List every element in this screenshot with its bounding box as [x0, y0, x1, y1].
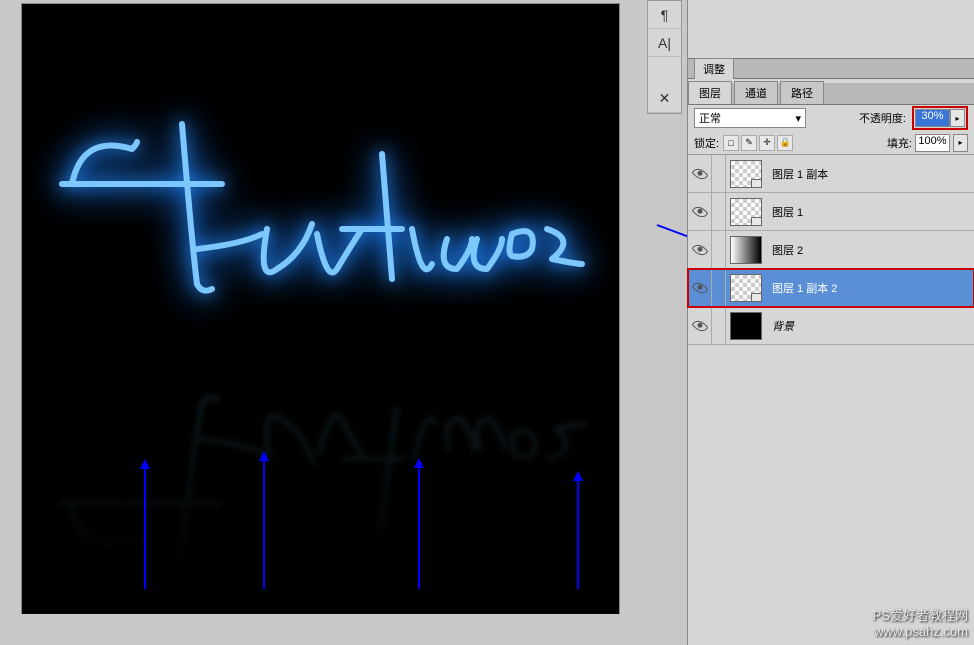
- eye-icon: [691, 165, 708, 182]
- lock-position-icon[interactable]: ✛: [759, 135, 775, 151]
- text-tool-icon[interactable]: A|: [648, 29, 681, 57]
- lock-all-icon[interactable]: 🔒: [777, 135, 793, 151]
- visibility-toggle[interactable]: [688, 269, 712, 306]
- paragraph-tool-icon[interactable]: ¶: [648, 1, 681, 29]
- blend-mode-select[interactable]: 正常: [694, 108, 806, 128]
- annotation-arrow-icon: [573, 471, 583, 481]
- opacity-label: 不透明度:: [859, 110, 906, 126]
- annotation-line: [577, 481, 579, 589]
- annotation-arrow-icon: [414, 458, 424, 468]
- visibility-toggle[interactable]: [688, 155, 712, 192]
- layer-thumbnail[interactable]: [730, 274, 762, 302]
- eye-icon: [691, 279, 708, 296]
- annotation-arrow-icon: [140, 459, 150, 469]
- fill-label: 填充:: [887, 135, 912, 151]
- blend-opacity-row: 正常 不透明度: 30% ▸: [688, 105, 974, 131]
- layer-thumbnail[interactable]: [730, 198, 762, 226]
- layer-name[interactable]: 图层 1 副本 2: [772, 280, 837, 296]
- layer-name[interactable]: 图层 1: [772, 204, 803, 220]
- tool-strip: ¶ A| ✕: [647, 0, 682, 114]
- eye-icon: [691, 203, 708, 220]
- reflection-fade: [22, 374, 619, 614]
- tab-paths[interactable]: 路径: [780, 81, 824, 104]
- eye-icon: [691, 241, 708, 258]
- layer-thumbnail[interactable]: [730, 160, 762, 188]
- annotation-line: [144, 469, 146, 589]
- watermark: PS爱好者教程网 www.psahz.com: [873, 605, 968, 639]
- layer-row[interactable]: 图层 2: [688, 231, 974, 269]
- annotation-arrow-icon: [259, 451, 269, 461]
- neon-text-artwork: [42, 64, 602, 324]
- adjustments-panel-tab[interactable]: 调整: [688, 58, 974, 79]
- fill-flyout-arrow[interactable]: ▸: [953, 134, 968, 152]
- watermark-title: PS爱好者教程网: [873, 605, 968, 624]
- layer-row[interactable]: 图层 1: [688, 193, 974, 231]
- layer-row[interactable]: 图层 1 副本: [688, 155, 974, 193]
- visibility-toggle[interactable]: [688, 193, 712, 230]
- annotation-line: [418, 468, 420, 589]
- tab-layers[interactable]: 图层: [688, 81, 732, 104]
- layer-row-selected[interactable]: 图层 1 副本 2: [688, 269, 974, 307]
- opacity-highlight-box: 30% ▸: [912, 106, 968, 130]
- visibility-toggle[interactable]: [688, 231, 712, 268]
- layer-name[interactable]: 图层 1 副本: [772, 166, 828, 182]
- link-col[interactable]: [712, 269, 726, 306]
- layer-name[interactable]: 图层 2: [772, 242, 803, 258]
- lock-pixels-icon[interactable]: ✎: [741, 135, 757, 151]
- link-col[interactable]: [712, 193, 726, 230]
- layer-thumbnail[interactable]: [730, 236, 762, 264]
- panel-tabs: 图层 通道 路径: [688, 83, 974, 105]
- lock-transparency-icon[interactable]: □: [723, 135, 739, 151]
- visibility-toggle[interactable]: [688, 307, 712, 344]
- watermark-url: www.psahz.com: [873, 624, 968, 639]
- eye-icon: [691, 317, 708, 334]
- layer-thumbnail[interactable]: [730, 312, 762, 340]
- opacity-input[interactable]: 30%: [915, 109, 950, 127]
- link-col[interactable]: [712, 155, 726, 192]
- link-col[interactable]: [712, 231, 726, 268]
- tools-icon[interactable]: ✕: [648, 85, 681, 113]
- lock-icons: □ ✎ ✛ 🔒: [723, 135, 793, 151]
- fill-input[interactable]: 100%: [915, 134, 950, 152]
- opacity-flyout-arrow[interactable]: ▸: [950, 109, 965, 127]
- canvas-document[interactable]: [21, 3, 620, 614]
- annotation-line: [263, 461, 265, 589]
- layer-name[interactable]: 背景: [772, 318, 794, 334]
- tab-channels[interactable]: 通道: [734, 81, 778, 104]
- lock-fill-row: 锁定: □ ✎ ✛ 🔒 填充: 100% ▸: [688, 131, 974, 155]
- lock-label: 锁定:: [694, 135, 719, 151]
- right-panel: 调整 图层 通道 路径 正常 不透明度: 30% ▸ 锁定: □ ✎ ✛ 🔒 填…: [687, 0, 974, 645]
- layers-list: 图层 1 副本 图层 1 图层 2 图层 1 副本 2 背景: [688, 155, 974, 345]
- layer-row[interactable]: 背景: [688, 307, 974, 345]
- link-col[interactable]: [712, 307, 726, 344]
